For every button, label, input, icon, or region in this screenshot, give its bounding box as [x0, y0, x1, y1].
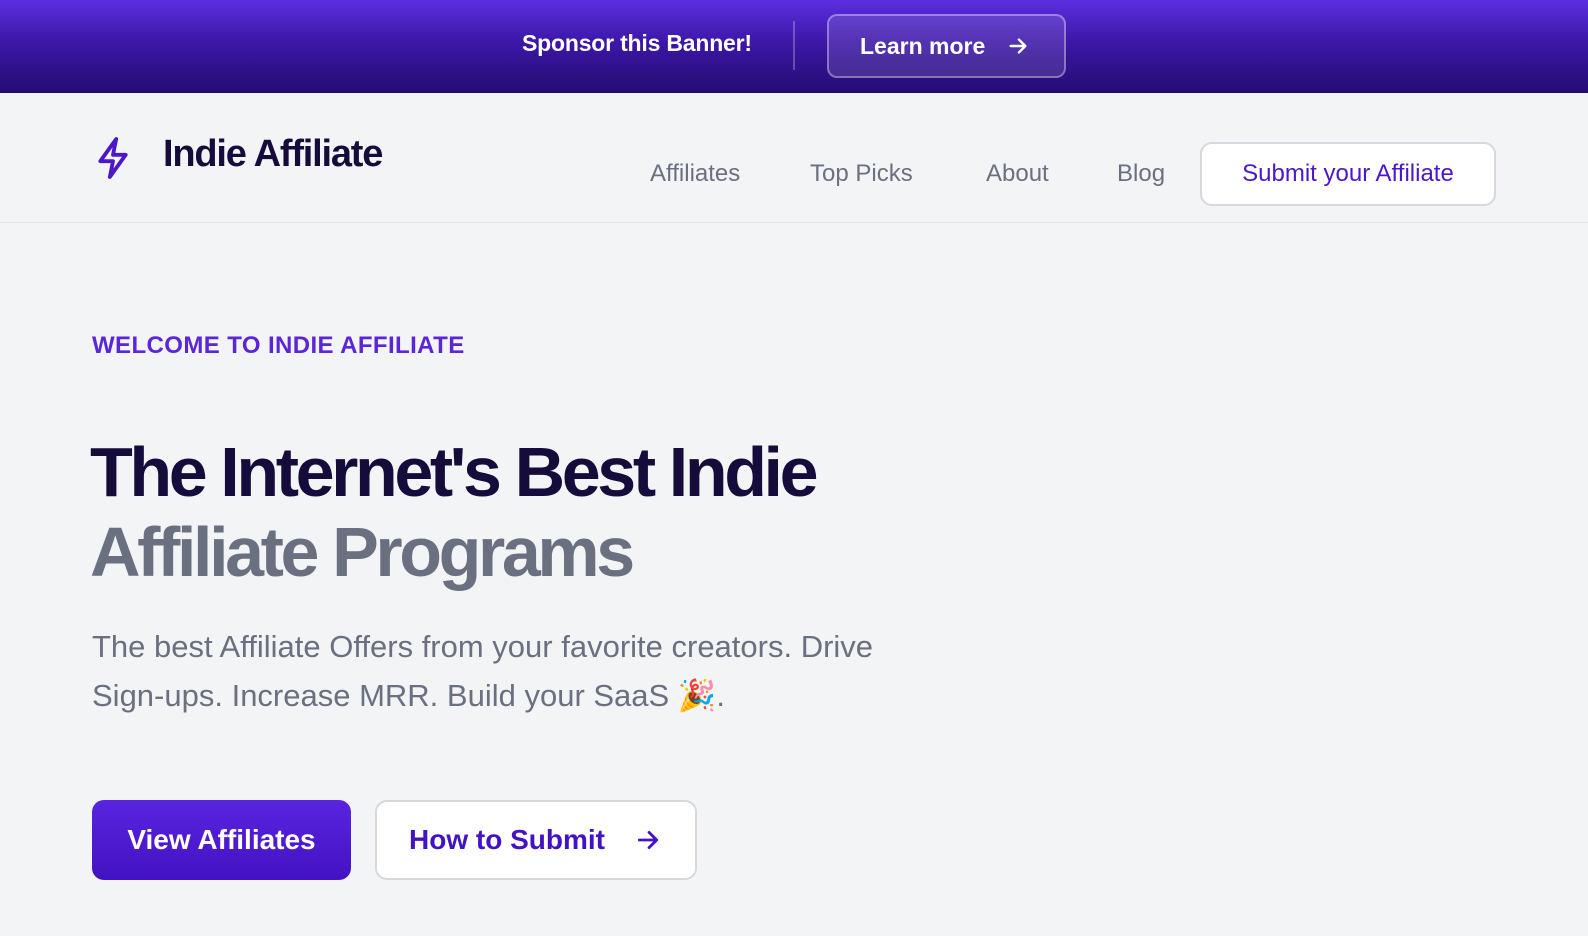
headline-line-2: Affiliate Programs [90, 513, 635, 591]
hero-headline: The Internet's Best Indie Affiliate Prog… [90, 432, 990, 592]
banner-text: Sponsor this Banner! [522, 30, 752, 56]
lightning-bolt-icon[interactable] [94, 135, 132, 181]
hero-eyebrow: WELCOME TO INDIE AFFILIATE [92, 332, 465, 359]
nav-top-picks[interactable]: Top Picks [810, 160, 913, 188]
submit-affiliate-label: Submit your Affiliate [1242, 160, 1454, 187]
view-affiliates-button[interactable]: View Affiliates [92, 800, 351, 880]
headline-line-1: The Internet's Best Indie [90, 433, 819, 511]
nav-blog[interactable]: Blog [1117, 160, 1165, 188]
submit-affiliate-button[interactable]: Submit your Affiliate [1200, 142, 1496, 206]
nav-affiliates[interactable]: Affiliates [650, 160, 740, 188]
nav-about[interactable]: About [986, 160, 1049, 188]
how-to-submit-label: How to Submit [409, 824, 605, 855]
hero-subtext: The best Affiliate Offers from your favo… [92, 622, 992, 720]
learn-more-button[interactable]: Learn more [827, 14, 1066, 78]
arrow-right-icon [637, 831, 659, 849]
sponsor-banner: Sponsor this Banner! Learn more [0, 0, 1588, 93]
brand-name[interactable]: Indie Affiliate [163, 133, 383, 176]
subtext-line-2: Sign-ups. Increase MRR. Build your SaaS … [92, 678, 726, 713]
how-to-submit-button[interactable]: How to Submit [375, 800, 697, 880]
learn-more-label: Learn more [860, 32, 986, 59]
arrow-right-icon [1009, 38, 1027, 54]
subtext-line-1: The best Affiliate Offers from your favo… [92, 629, 874, 664]
banner-divider [793, 21, 795, 70]
view-affiliates-label: View Affiliates [127, 824, 316, 855]
